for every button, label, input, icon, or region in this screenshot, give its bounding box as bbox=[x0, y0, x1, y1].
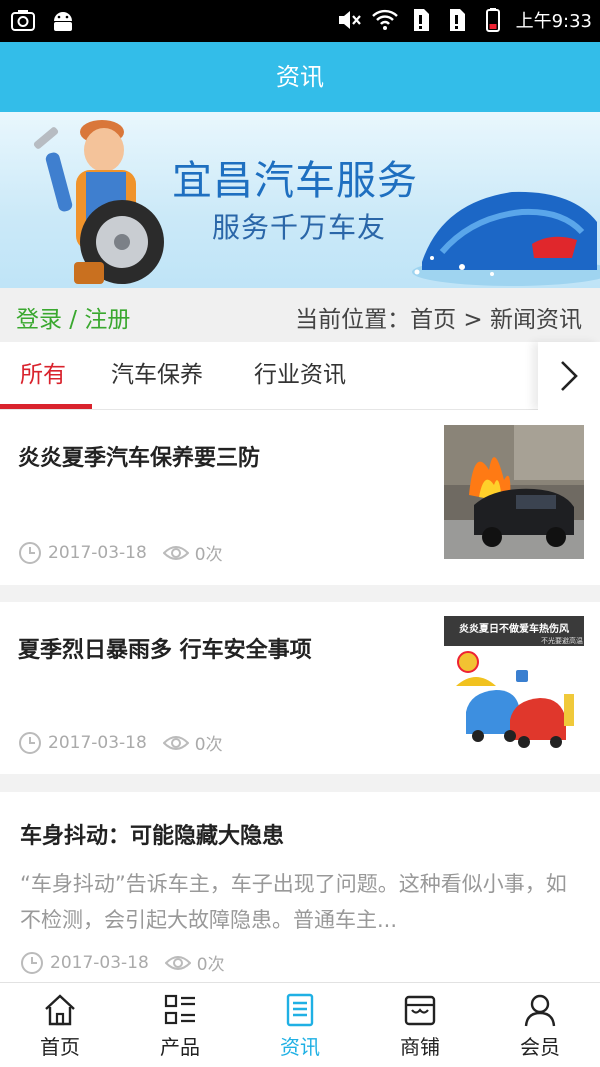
nav-label: 商铺 bbox=[400, 1035, 440, 1059]
status-bar: 上午9:33 bbox=[0, 0, 600, 42]
news-title: 夏季烈日暴雨多 行车安全事项 bbox=[18, 638, 312, 663]
nav-label: 产品 bbox=[160, 1035, 200, 1059]
news-meta: 2017-03-18 0次 bbox=[18, 730, 223, 755]
sim1-icon bbox=[413, 9, 429, 31]
mechanic-illustration bbox=[33, 120, 164, 284]
home-icon bbox=[45, 994, 75, 1026]
banner-title: 宜昌汽车服务 bbox=[172, 158, 418, 204]
sim2-icon bbox=[449, 9, 465, 31]
news-views: 0次 bbox=[194, 735, 223, 755]
nav-products[interactable]: 产品 bbox=[120, 983, 240, 1067]
banner[interactable]: 宜昌汽车服务 服务千万车友 bbox=[0, 112, 600, 288]
bottom-navigation: 首页 产品 资讯 商铺 会员 bbox=[0, 982, 600, 1067]
thumb-caption: 炎炎夏日不做爱车热伤风 bbox=[459, 622, 569, 635]
news-doc-icon bbox=[286, 993, 314, 1027]
category-tabs: 所有 汽车保养 行业资讯 bbox=[0, 342, 600, 410]
news-item[interactable]: 车身抖动：可能隐藏大隐患 “车身抖动”告诉车主，车子出现了问题。这种看似小事，如… bbox=[0, 792, 600, 982]
news-meta: 2017-03-18 0次 bbox=[20, 950, 225, 975]
active-tab-indicator bbox=[0, 404, 92, 409]
tab-car-maintenance[interactable]: 汽车保养 bbox=[111, 342, 203, 410]
grid-list-icon bbox=[164, 994, 195, 1025]
login-register-link[interactable]: 登录 / 注册 bbox=[16, 300, 130, 334]
mute-icon bbox=[338, 11, 361, 29]
eye-icon bbox=[162, 735, 189, 750]
nav-label: 资讯 bbox=[280, 1035, 320, 1059]
page-title: 资讯 bbox=[0, 42, 600, 112]
tab-all[interactable]: 所有 bbox=[20, 342, 66, 410]
news-item[interactable]: 夏季烈日暴雨多 行车安全事项 2017-03-18 0次 炎炎夏日不做爱车热伤风… bbox=[0, 602, 600, 774]
news-thumbnail bbox=[444, 425, 584, 559]
nav-home[interactable]: 首页 bbox=[0, 983, 120, 1067]
battery-icon bbox=[485, 8, 500, 32]
news-views: 0次 bbox=[194, 545, 223, 565]
news-date: 2017-03-18 bbox=[48, 542, 147, 563]
app-screen: 上午9:33 资讯 宜昌汽车服务 服务千万车友 登录 / 注册 当前位置：首页 … bbox=[0, 0, 600, 1067]
clock-icon bbox=[19, 731, 41, 754]
status-time: 上午9:33 bbox=[515, 11, 592, 32]
wifi-icon bbox=[371, 9, 398, 30]
news-meta: 2017-03-18 0次 bbox=[18, 540, 223, 565]
breadcrumb: 登录 / 注册 当前位置：首页 > 新闻资讯 bbox=[0, 288, 600, 342]
news-date: 2017-03-18 bbox=[50, 952, 149, 973]
nav-store[interactable]: 商铺 bbox=[360, 983, 480, 1067]
nav-member[interactable]: 会员 bbox=[480, 983, 600, 1067]
thumb-subcaption: 不光要避高温 bbox=[541, 636, 583, 645]
clock-icon bbox=[19, 541, 41, 564]
current-location: 当前位置：首页 > 新闻资讯 bbox=[295, 307, 582, 333]
news-excerpt: “车身抖动”告诉车主，车子出现了问题。这种看似小事，如不检测，会引起大故障隐患。… bbox=[20, 872, 567, 932]
screenshot-icon bbox=[11, 10, 35, 31]
clock-icon bbox=[21, 951, 43, 974]
news-thumbnail: 炎炎夏日不做爱车热伤风 不光要避高温 bbox=[444, 616, 584, 750]
covered-car-illustration bbox=[412, 191, 600, 286]
news-date: 2017-03-18 bbox=[48, 732, 147, 753]
tabs-more-button[interactable] bbox=[538, 342, 600, 410]
nav-label: 首页 bbox=[40, 1035, 80, 1059]
news-title: 车身抖动：可能隐藏大隐患 bbox=[20, 824, 285, 849]
news-item[interactable]: 炎炎夏季汽车保养要三防 2017-03-18 0次 bbox=[0, 410, 600, 585]
eye-icon bbox=[164, 955, 191, 970]
user-icon bbox=[524, 994, 556, 1027]
news-title: 炎炎夏季汽车保养要三防 bbox=[18, 446, 261, 471]
news-views: 0次 bbox=[196, 955, 225, 975]
eye-icon bbox=[162, 545, 189, 560]
nav-label: 会员 bbox=[520, 1035, 560, 1059]
nav-news[interactable]: 资讯 bbox=[240, 983, 360, 1067]
chevron-right-icon bbox=[561, 361, 578, 391]
banner-subtitle: 服务千万车友 bbox=[212, 211, 387, 244]
tab-industry-news[interactable]: 行业资讯 bbox=[254, 342, 346, 410]
store-icon bbox=[404, 995, 436, 1026]
android-icon bbox=[54, 12, 72, 31]
